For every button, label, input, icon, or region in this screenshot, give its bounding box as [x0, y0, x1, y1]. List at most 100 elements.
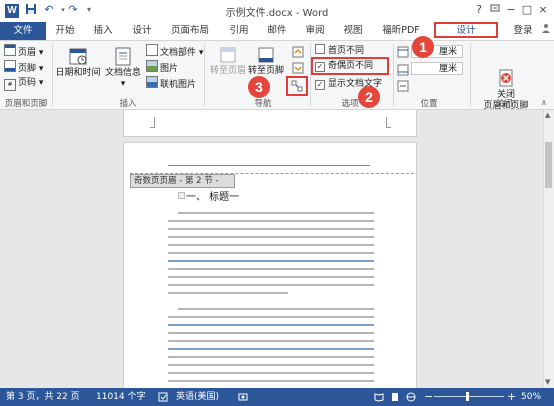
tab-home[interactable]: 开始	[50, 22, 80, 40]
text-line	[168, 340, 374, 342]
date-time-button[interactable]: 日期和时间	[55, 46, 101, 79]
picture-button[interactable]: 图片	[146, 60, 178, 74]
header-position-icon	[397, 46, 409, 58]
tab-mailings[interactable]: 邮件	[262, 22, 292, 40]
text-line	[168, 268, 374, 270]
tab-review[interactable]: 审阅	[300, 22, 330, 40]
previous-page	[123, 110, 417, 137]
goto-footer-label: 转至页脚	[248, 66, 285, 76]
scrollbar-thumb[interactable]	[545, 142, 552, 188]
margin-corner-mark	[386, 117, 391, 128]
online-picture-label: 联机图片	[160, 80, 197, 90]
doc-parts-button[interactable]: 文档部件 ▾	[146, 44, 203, 58]
print-layout-icon[interactable]	[390, 392, 400, 402]
next-section-icon[interactable]	[292, 62, 304, 74]
online-picture-icon	[146, 76, 158, 88]
text-line	[168, 244, 374, 246]
callout-3: 3	[248, 76, 270, 98]
picture-icon	[146, 60, 158, 72]
page-count[interactable]: 第 3 页，共 22 页	[6, 388, 80, 406]
link-to-previous-icon[interactable]	[291, 80, 303, 92]
status-bar	[0, 388, 554, 406]
insert-alignment-tab-icon[interactable]	[397, 80, 409, 92]
odd-even-different-label: 奇偶页不同	[328, 61, 374, 71]
tab-file[interactable]: 文件	[0, 22, 46, 40]
proofing-icon[interactable]	[158, 392, 168, 402]
goto-footer-icon	[257, 46, 275, 64]
zoom-slider-thumb[interactable]	[466, 392, 469, 401]
tab-view[interactable]: 视图	[338, 22, 368, 40]
read-mode-icon[interactable]	[374, 392, 384, 402]
tab-references[interactable]: 引用	[224, 22, 254, 40]
scroll-up-icon[interactable]: ▲	[545, 111, 550, 119]
page-number-label: 页码	[18, 78, 37, 88]
word-count[interactable]: 11014 个字	[96, 388, 146, 406]
close-button[interactable]: ×	[532, 2, 554, 18]
callout-1: 1	[412, 36, 434, 58]
group-label-navigation: 导航	[254, 99, 272, 109]
page-number-button[interactable]: # 页码 ▾	[4, 76, 43, 91]
group-label-header-footer: 页眉和页脚	[4, 99, 48, 109]
macro-record-icon[interactable]	[238, 392, 248, 402]
text-line	[178, 308, 374, 310]
tab-page-layout[interactable]: 页面布局	[166, 22, 214, 40]
web-layout-icon[interactable]	[406, 392, 416, 402]
odd-page-header-tag: 奇数页页眉 - 第 2 节 -	[130, 174, 235, 188]
group-label-position: 位置	[420, 99, 438, 109]
goto-header-button[interactable]: 转至页眉	[210, 46, 246, 77]
text-line	[178, 212, 374, 214]
header-icon	[4, 44, 16, 56]
text-line	[168, 364, 374, 366]
margin-corner-mark	[150, 117, 155, 128]
text-line	[168, 276, 374, 278]
paragraph-handle-icon[interactable]	[178, 192, 185, 199]
footer-button[interactable]: 页脚 ▾	[4, 60, 43, 74]
group-separator	[470, 44, 471, 106]
page-number-icon: #	[4, 79, 16, 91]
zoom-in-button[interactable]: +	[507, 388, 516, 406]
odd-even-different-checkbox[interactable]: ✓ 奇偶页不同	[315, 59, 373, 73]
footer-position-icon	[397, 64, 409, 76]
text-line	[168, 236, 374, 238]
tab-insert[interactable]: 插入	[88, 22, 118, 40]
user-icon[interactable]	[539, 22, 553, 40]
zoom-out-button[interactable]: −	[424, 388, 433, 406]
language-indicator[interactable]: 英语(美国)	[176, 388, 219, 406]
text-line	[168, 356, 374, 358]
previous-section-icon[interactable]	[292, 46, 304, 58]
text-line	[168, 324, 374, 326]
text-line	[168, 348, 374, 350]
text-line	[168, 292, 288, 294]
footer-label: 页脚	[18, 64, 37, 74]
online-picture-button[interactable]: 联机图片	[146, 76, 196, 90]
zoom-slider-track[interactable]	[434, 396, 504, 397]
group-label-close: 关闭	[495, 99, 513, 109]
zoom-level[interactable]: 50%	[521, 388, 541, 406]
tab-design-doc[interactable]: 设计	[127, 22, 157, 40]
text-line	[168, 220, 374, 222]
scroll-down-icon[interactable]: ▼	[545, 378, 550, 386]
date-time-label: 日期和时间	[55, 68, 101, 78]
collapse-ribbon-icon[interactable]: ∧	[541, 98, 547, 107]
footer-position-unit: 厘米	[439, 64, 458, 74]
doc-info-label: 文档信息	[104, 68, 141, 78]
checkbox-unchecked	[315, 44, 325, 54]
checkbox-checked: ✓	[315, 62, 325, 72]
footer-position-input[interactable]: 厘米	[411, 62, 463, 75]
text-line	[168, 252, 374, 254]
close-header-footer-icon	[495, 57, 517, 87]
tab-header-footer-design[interactable]: 设计	[434, 22, 498, 40]
group-label-insert: 插入	[119, 99, 137, 109]
text-line	[168, 372, 374, 374]
first-page-different-checkbox[interactable]: 首页不同	[315, 44, 364, 58]
doc-info-button[interactable]: 文档信息 ▾	[104, 46, 142, 90]
calendar-icon	[67, 46, 89, 66]
header-position-unit: 厘米	[439, 47, 458, 57]
document-heading: 一、 标题一	[186, 192, 240, 203]
header-button[interactable]: 页眉 ▾	[4, 44, 43, 58]
text-line	[168, 284, 374, 286]
goto-footer-button[interactable]: 转至页脚	[248, 46, 284, 77]
text-line	[168, 260, 374, 262]
picture-label: 图片	[160, 64, 179, 74]
sign-in-link[interactable]: 登录	[508, 22, 538, 40]
